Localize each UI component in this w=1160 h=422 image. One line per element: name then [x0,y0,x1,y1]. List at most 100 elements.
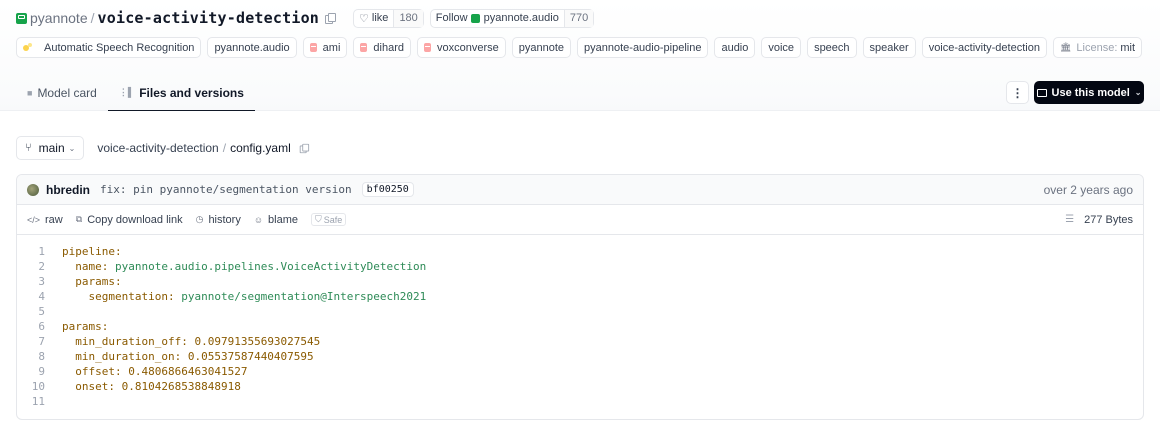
repo-owner-link[interactable]: pyannote [30,10,88,26]
more-options-button[interactable]: ⋮ [1006,81,1029,104]
yaml-value: 0.8104268538848918 [115,380,241,393]
tag-chip[interactable]: speech [807,37,857,58]
tag-list: Automatic Speech Recognition pyannote.aud… [16,37,1143,58]
tag-label: voice-activity-detection [928,41,1040,54]
tab-label: Files and versions [139,85,244,100]
org-logo-icon [16,12,27,24]
line-number[interactable]: 9 [17,364,45,379]
code-line: 10 onset: 0.8104268538848918 [17,379,1143,394]
line-number[interactable]: 7 [17,334,45,349]
branch-selector[interactable]: ⑂ main ⌄ [16,136,85,160]
license-tag[interactable]: 🏛 License: mit [1052,37,1143,58]
tag-chip[interactable]: speaker [862,37,916,58]
commit-message[interactable]: fix: pin pyannote/segmentation version [100,183,352,196]
lines-icon: ☰ [1065,214,1075,225]
file-size: ☰ 277 Bytes [1065,214,1133,226]
line-content: pipeline: [45,244,122,259]
line-number[interactable]: 2 [17,259,45,274]
clock-icon: ◷ [195,214,204,224]
line-number[interactable]: 3 [17,274,45,289]
yaml-key: segmentation: [88,290,175,303]
tag-chip[interactable]: Automatic Speech Recognition [16,37,202,58]
use-this-model-button[interactable]: Use this model ⌄ [1034,81,1144,104]
line-content: params: [45,319,108,334]
follow-button[interactable]: Follow pyannote.audio 770 [429,8,595,28]
file-path-bar: ⑂ main ⌄ voice-activity-detection / conf… [16,136,309,160]
code-line: 4 segmentation: pyannote/segmentation@In… [17,289,1143,304]
blame-icon: ☺ [253,214,264,225]
tag-chip[interactable]: dihard [353,37,411,58]
tag-chip[interactable]: pyannote [511,37,572,58]
copy-link-label: Copy download link [87,213,183,226]
like-count: 180 [393,9,423,27]
org-mini-logo-icon [470,13,480,23]
history-link[interactable]: ◷ history [196,214,241,226]
line-content: min_duration_on: 0.05537587440407595 [45,349,314,364]
yaml-key: onset: [75,380,115,393]
history-label: history [208,213,241,226]
line-number[interactable]: 6 [17,319,45,334]
copy-path-icon[interactable] [299,143,309,153]
shield-icon: ⛉ [315,214,322,224]
tab-files-and-versions[interactable]: ⋮▌ Files and versions [107,75,255,111]
raw-link[interactable]: </> raw [27,214,63,226]
tag-chip[interactable]: voice [761,37,802,58]
line-number[interactable]: 10 [17,379,45,394]
line-number[interactable]: 8 [17,349,45,364]
yaml-key: min_duration_on: [75,350,182,363]
copy-icon[interactable] [325,12,337,24]
tag-chip[interactable]: pyannote.audio [207,37,297,58]
line-number[interactable]: 1 [17,244,45,259]
safe-badge: ⛉ Safe [311,213,347,226]
tag-label: pyannote.audio [214,41,290,54]
tag-chip[interactable]: voice-activity-detection [921,37,1047,58]
like-button[interactable]: ♡ like 180 [353,8,424,28]
follow-label: Follow [435,12,468,24]
tab-label: Model card [37,86,97,100]
tag-chip[interactable]: ami [302,37,348,58]
line-content [45,304,62,319]
use-model-label: Use this model [1051,86,1130,99]
line-number[interactable]: 4 [17,289,45,304]
tab-model-card[interactable]: ■ Model card [16,75,108,111]
tag-label: voxconverse [436,41,499,54]
copy-download-link-button[interactable]: ⧉ Copy download link [76,214,183,226]
yaml-key: params: [62,320,109,333]
line-content: min_duration_off: 0.09791355693027545 [45,334,320,349]
yaml-key: params: [75,275,122,288]
yaml-value: 0.05537587440407595 [181,350,314,363]
file-viewer: hbredin fix: pin pyannote/segmentation v… [16,174,1144,420]
tag-chip[interactable]: pyannote-audio-pipeline [577,37,709,58]
line-content: params: [45,274,122,289]
line-number[interactable]: 5 [17,304,45,319]
tag-label: speech [814,41,850,54]
code-line: 9 offset: 0.4806866463041527 [17,364,1143,379]
line-number[interactable]: 11 [17,394,45,409]
yaml-key: pipeline: [62,245,122,258]
tag-label: pyannote [518,41,565,54]
repo-header: pyannote / voice-activity-detection ♡ lik… [0,0,1160,111]
code-icon: </> [27,214,41,225]
repo-name-link[interactable]: voice-activity-detection [98,9,320,27]
commit-author[interactable]: hbredin [46,183,90,197]
heart-icon: ♡ [359,12,369,25]
cube-icon: ■ [27,88,33,98]
code-line: 5 [17,304,1143,319]
breadcrumb-folder[interactable]: voice-activity-detection [97,141,218,155]
commit-time: over 2 years ago [1043,182,1133,197]
line-content: name: pyannote.audio.pipelines.VoiceActi… [45,259,426,274]
code-line: 11 [17,394,1143,409]
yaml-value: pyannote.audio.pipelines.VoiceActivityDe… [108,260,427,273]
title-separator: / [90,10,95,26]
blame-link[interactable]: ☺ blame [254,214,298,226]
tag-chip[interactable]: audio [714,37,756,58]
yaml-key: name: [75,260,109,273]
commit-sha[interactable]: bf00250 [361,182,414,197]
tag-chip[interactable]: voxconverse [416,37,506,58]
yaml-value: 0.09791355693027545 [187,335,321,348]
code-line: 6 params: [17,319,1143,334]
